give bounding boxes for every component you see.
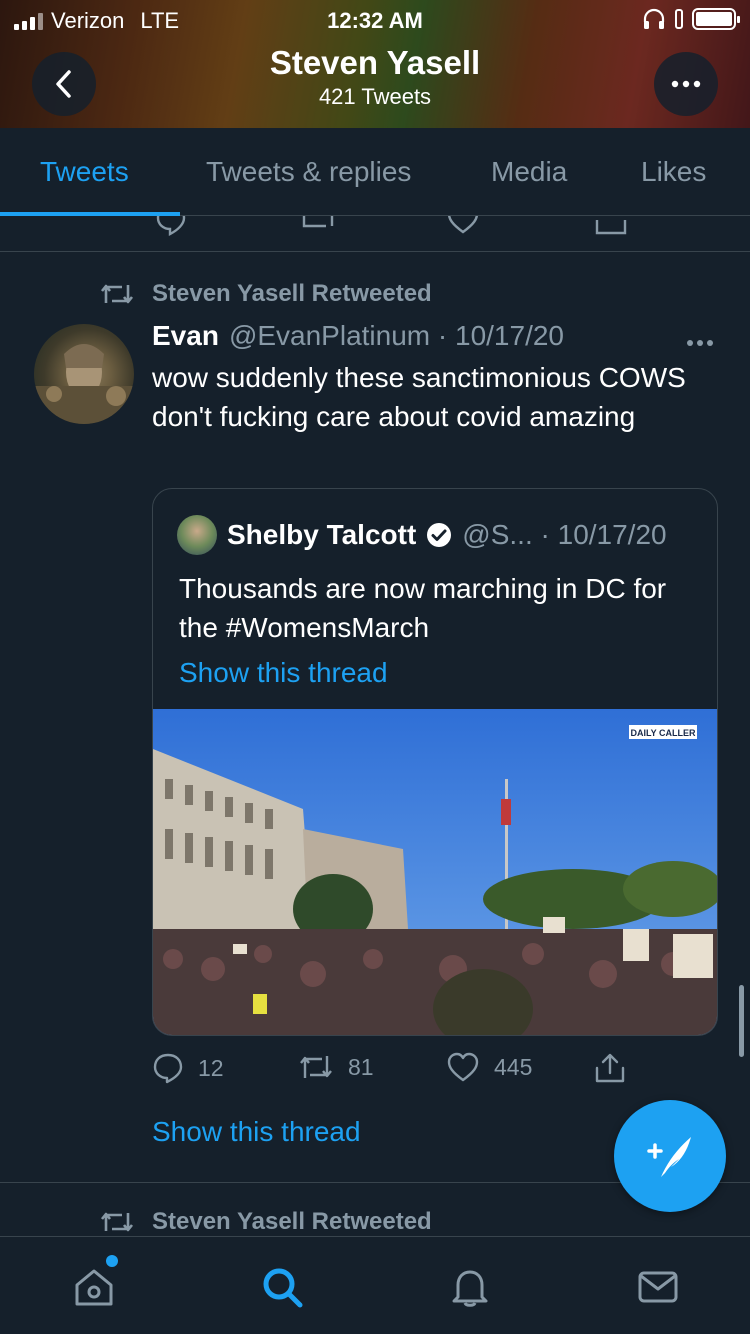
compose-tweet-button[interactable] — [614, 1100, 726, 1212]
quoted-tweet-text: Thousands are now marching in DC for the… — [179, 573, 667, 643]
like-button[interactable]: 445 — [446, 1052, 532, 1082]
avatar[interactable] — [34, 324, 134, 424]
tab-likes[interactable]: Likes — [641, 156, 706, 188]
tab-tweets[interactable]: Tweets — [40, 156, 129, 188]
tab-tweets-and-replies[interactable]: Tweets & replies — [206, 156, 411, 188]
tweet-handle-date: @EvanPlatinum · 10/17/20 — [228, 320, 564, 351]
quoted-tweet-card[interactable]: Shelby Talcott @S... · 10/17/20 Thousand… — [152, 488, 718, 1036]
status-bar: Verizon LTE 12:32 AM — [0, 0, 750, 40]
quoted-avatar — [177, 515, 217, 555]
tweet-count: 421 Tweets — [318, 84, 432, 109]
avatar-image — [34, 344, 134, 424]
scrollbar[interactable] — [739, 985, 744, 1057]
quoted-tweet-header: Shelby Talcott @S... · 10/17/20 — [177, 515, 667, 555]
new-content-dot — [106, 1255, 118, 1267]
bottom-navigation — [0, 1236, 750, 1334]
more-options-button[interactable] — [654, 52, 718, 116]
show-thread-link[interactable]: Show this thread — [152, 1116, 361, 1148]
reply-icon — [153, 1053, 183, 1084]
orientation-lock-icon — [675, 9, 683, 29]
retweet-context: Steven Yasell Retweeted — [100, 280, 432, 308]
quoted-tweet-media[interactable]: DAILY CALLER — [153, 709, 717, 1035]
ellipsis-icon — [687, 340, 713, 346]
search-icon — [263, 1268, 303, 1308]
reply-count: 12 — [198, 1054, 224, 1081]
clock: 12:32 AM — [327, 8, 423, 33]
tweet-author-name[interactable]: Evan — [152, 320, 219, 352]
nav-messages[interactable] — [636, 1265, 680, 1314]
tab-media[interactable]: Media — [491, 156, 567, 188]
tweet-header: Evan @EvanPlatinum · 10/17/20 — [152, 320, 564, 352]
reply-icon[interactable] — [154, 216, 188, 236]
quoted-author-name: Shelby Talcott — [227, 519, 417, 550]
notifications-icon — [452, 1270, 488, 1307]
tweet-actions: 12 81 445 — [152, 1052, 652, 1092]
share-button[interactable] — [594, 1052, 626, 1084]
like-count: 445 — [494, 1053, 533, 1080]
profile-tabs: Tweets Tweets & replies Media Likes — [0, 128, 750, 216]
battery-icon — [692, 8, 740, 30]
quoted-show-thread-link[interactable]: Show this thread — [179, 657, 388, 689]
headphones-icon — [643, 8, 665, 29]
media-watermark: DAILY CALLER — [630, 728, 696, 738]
profile-title: Steven Yasell 421 Tweets — [0, 44, 750, 110]
tweet-more-button[interactable] — [686, 322, 714, 354]
retweet-icon — [100, 1212, 134, 1232]
nav-notifications[interactable] — [448, 1265, 492, 1314]
retweet-icon[interactable] — [300, 216, 336, 236]
compose-feather-icon — [647, 1137, 691, 1177]
tweet-text: wow suddenly these sanctimonious COWS do… — [152, 362, 686, 432]
share-icon[interactable] — [594, 216, 628, 236]
home-icon — [75, 1269, 113, 1306]
next-retweet-context: Steven Yasell Retweeted — [100, 1208, 432, 1236]
nav-home[interactable] — [72, 1255, 118, 1314]
share-icon — [595, 1053, 625, 1083]
previous-tweet-actions — [0, 216, 750, 252]
profile-name: Steven Yasell — [269, 44, 481, 81]
messages-icon — [638, 1271, 678, 1303]
reply-button[interactable]: 12 — [152, 1052, 224, 1084]
next-retweet-label: Steven Yasell Retweeted — [152, 1208, 432, 1235]
verified-badge-icon — [427, 523, 452, 547]
like-icon[interactable] — [446, 216, 480, 236]
heart-icon — [447, 1052, 479, 1082]
retweet-button[interactable]: 81 — [298, 1052, 374, 1082]
retweet-icon — [100, 284, 134, 304]
retweet-count: 81 — [348, 1053, 374, 1080]
ellipsis-icon — [671, 80, 701, 88]
retweet-label: Steven Yasell Retweeted — [152, 280, 432, 307]
quoted-handle-date: @S... · 10/17/20 — [462, 519, 667, 550]
nav-search[interactable] — [260, 1265, 304, 1314]
retweet-icon — [300, 1056, 332, 1078]
march-photo: DAILY CALLER — [153, 709, 717, 1035]
